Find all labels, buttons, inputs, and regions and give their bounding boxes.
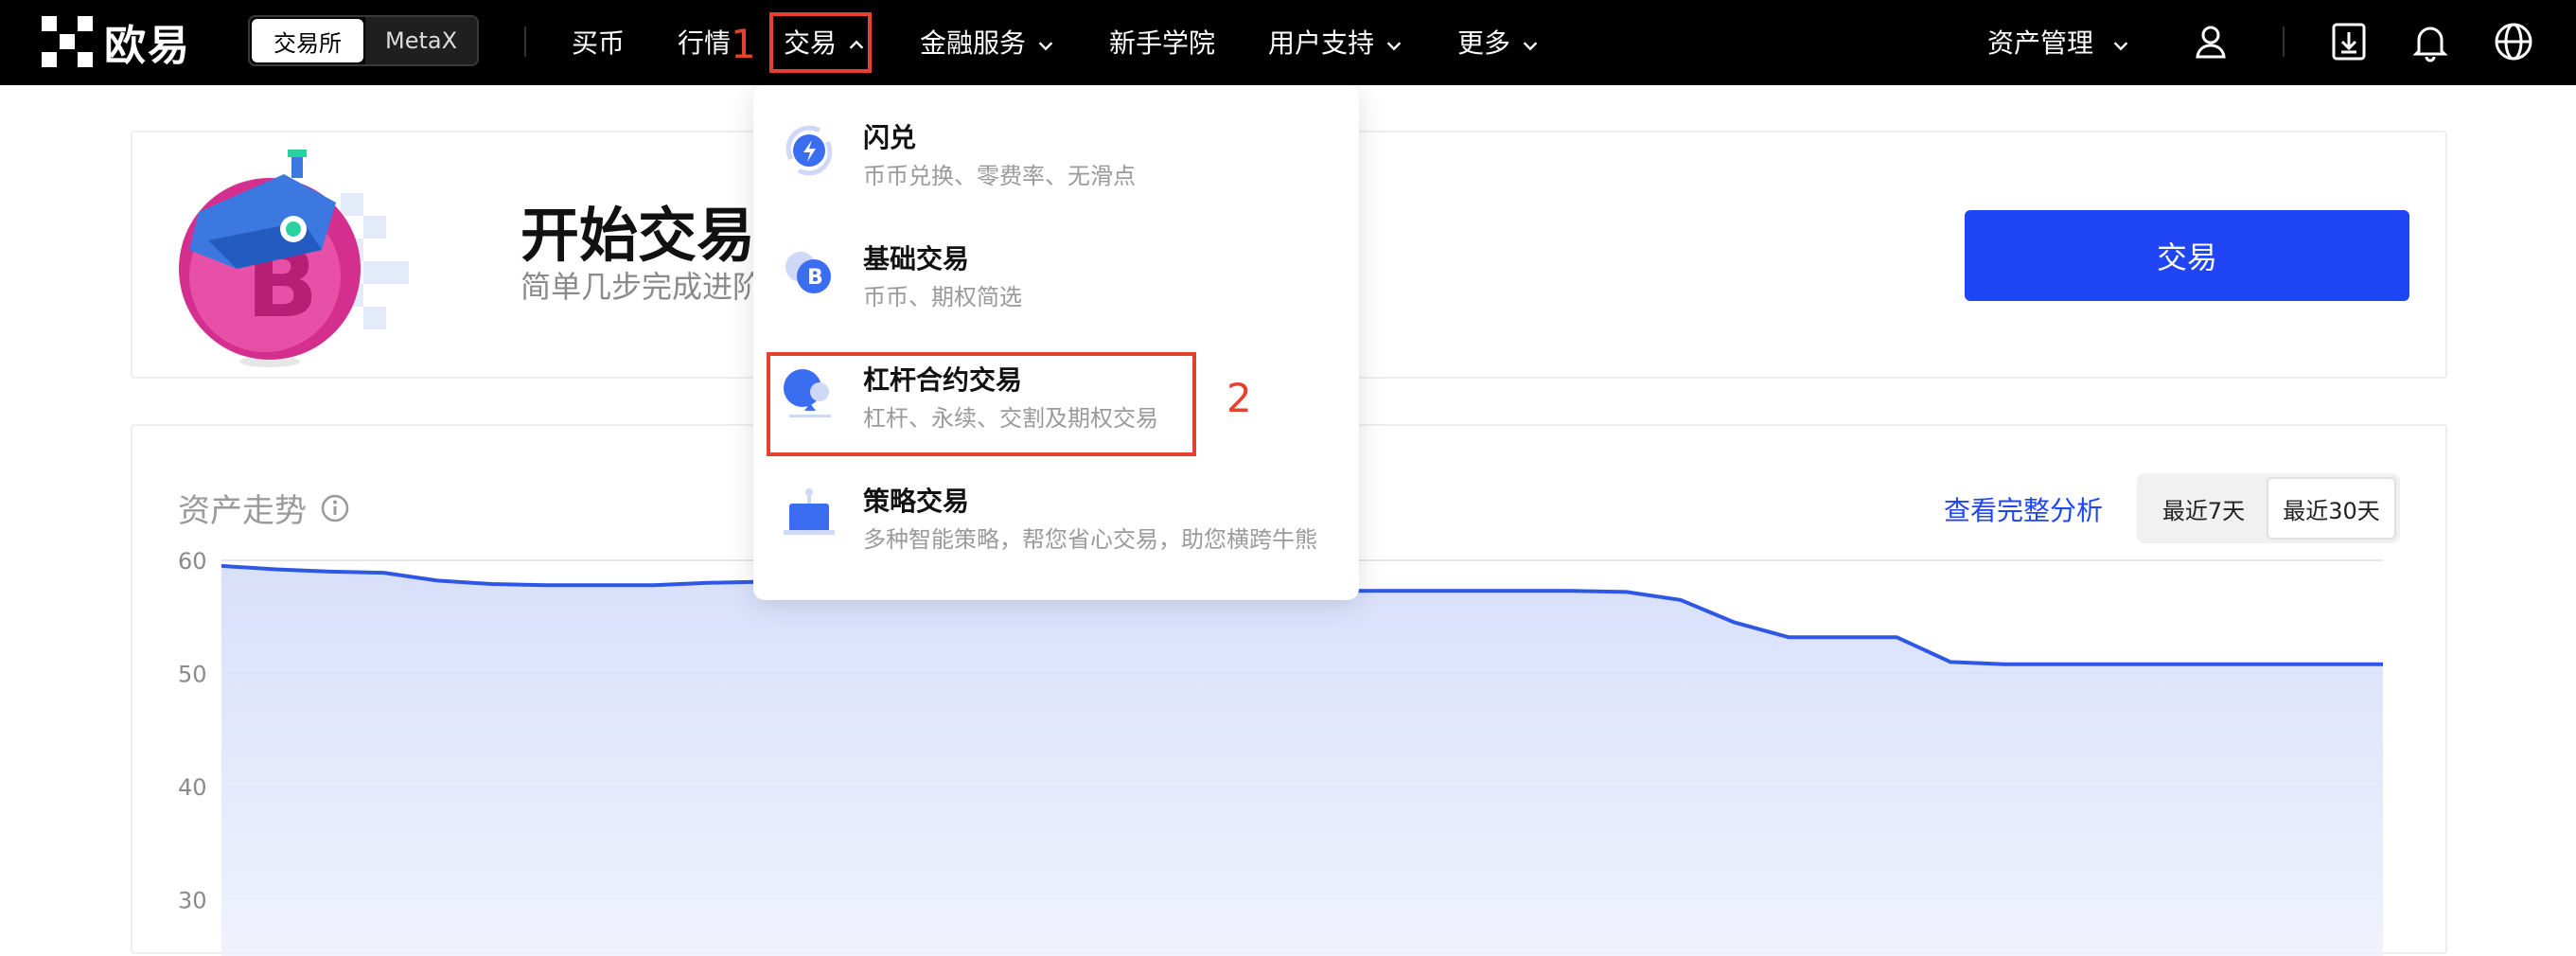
info-icon[interactable] — [320, 493, 350, 523]
range-7d-button[interactable]: 最近7天 — [2141, 477, 2267, 540]
y-tick-label: 50 — [178, 661, 207, 687]
nav-support[interactable]: 用户支持 — [1268, 21, 1404, 62]
segment-exchange[interactable]: 交易所 — [252, 19, 363, 62]
chevron-down-icon — [1384, 31, 1404, 52]
asset-trend-title-text: 资产走势 — [178, 492, 307, 530]
segment-metax[interactable]: MetaX — [365, 17, 477, 64]
menu-item-flash-swap[interactable]: 闪兑 币币兑换、零费率、无滑点 — [753, 98, 1359, 212]
banner-title: 开始交易 — [520, 201, 756, 270]
annotation-step-1: 1 — [731, 21, 756, 67]
nav-label: 资产管理 — [1987, 27, 2094, 59]
flash-swap-icon — [785, 125, 833, 176]
nav-markets[interactable]: 行情 — [678, 21, 731, 62]
nav-label: 新手学院 — [1109, 27, 1216, 59]
trading-robot-illustration: B — [179, 150, 409, 367]
trade-dropdown-menu: 闪兑 币币兑换、零费率、无滑点 B 基础交易 币币、期权简选 杠杆合约交易 杠杆… — [753, 85, 1359, 600]
trade-button[interactable]: 交易 — [1965, 210, 2409, 301]
nav-label: 买币 — [572, 27, 626, 59]
svg-text:B: B — [807, 266, 823, 290]
asset-trend-title: 资产走势 — [178, 485, 350, 531]
nav-finance[interactable]: 金融服务 — [920, 21, 1056, 62]
globe-icon[interactable] — [2489, 17, 2538, 66]
user-icon[interactable] — [2186, 17, 2235, 66]
y-tick-label: 60 — [178, 549, 207, 575]
nav-buy-crypto[interactable]: 买币 — [572, 21, 625, 62]
time-range-switch: 最近7天 最近30天 — [2137, 473, 2400, 543]
nav-label: 更多 — [1457, 27, 1511, 59]
annotation-step-2: 2 — [1226, 375, 1252, 421]
chevron-down-icon — [1035, 31, 1056, 52]
bell-icon[interactable] — [2406, 17, 2455, 66]
y-tick-label: 40 — [178, 774, 207, 801]
asset-trend-chart: 60 50 40 30 — [178, 549, 2383, 956]
strategy-bot-icon — [784, 488, 835, 535]
full-analysis-link[interactable]: 查看完整分析 — [1944, 490, 2103, 528]
platform-switch: 交易所 MetaX — [248, 15, 479, 66]
brand-logo[interactable]: 欧易 — [42, 16, 191, 70]
okx-logo-icon — [42, 16, 93, 67]
nav-divider — [524, 27, 526, 57]
menu-item-basic-trading[interactable]: B 基础交易 币币、期权简选 — [753, 220, 1359, 333]
menu-item-title: 闪兑 — [863, 122, 917, 153]
menu-item-desc: 币币兑换、零费率、无滑点 — [863, 163, 1136, 189]
brand-name: 欧易 — [104, 22, 191, 70]
bitcoin-icon: B — [785, 252, 831, 293]
menu-item-desc: 币币、期权简选 — [863, 284, 1022, 310]
nav-academy[interactable]: 新手学院 — [1109, 21, 1215, 62]
range-30d-button[interactable]: 最近30天 — [2267, 477, 2396, 540]
top-nav-bar: 欧易 交易所 MetaX 买币 行情 交易 金融服务 新手学院 用户支持 更多 … — [0, 0, 2576, 85]
chevron-down-icon — [1520, 31, 1541, 52]
series-area — [221, 565, 2383, 956]
download-icon[interactable] — [2324, 17, 2373, 66]
chevron-down-icon — [2110, 31, 2131, 52]
nav-label: 行情 — [678, 27, 732, 59]
menu-item-desc: 多种智能策略，帮您省心交易，助您横跨牛熊 — [863, 526, 1317, 553]
nav-more[interactable]: 更多 — [1457, 21, 1541, 62]
nav-label: 用户支持 — [1268, 27, 1375, 59]
y-tick-label: 30 — [178, 887, 207, 913]
annotation-box-leverage — [767, 352, 1196, 456]
menu-item-strategy-trading[interactable]: 策略交易 多种智能策略，帮您省心交易，助您横跨牛熊 — [753, 462, 1359, 575]
menu-item-title: 策略交易 — [863, 486, 970, 517]
menu-item-title: 基础交易 — [863, 243, 970, 274]
nav-label: 金融服务 — [920, 27, 1027, 59]
nav-divider — [2283, 27, 2285, 57]
nav-asset-management[interactable]: 资产管理 — [1987, 21, 2131, 62]
banner-subtitle: 简单几步完成进阶 — [520, 269, 764, 305]
annotation-box-trade — [769, 12, 872, 73]
